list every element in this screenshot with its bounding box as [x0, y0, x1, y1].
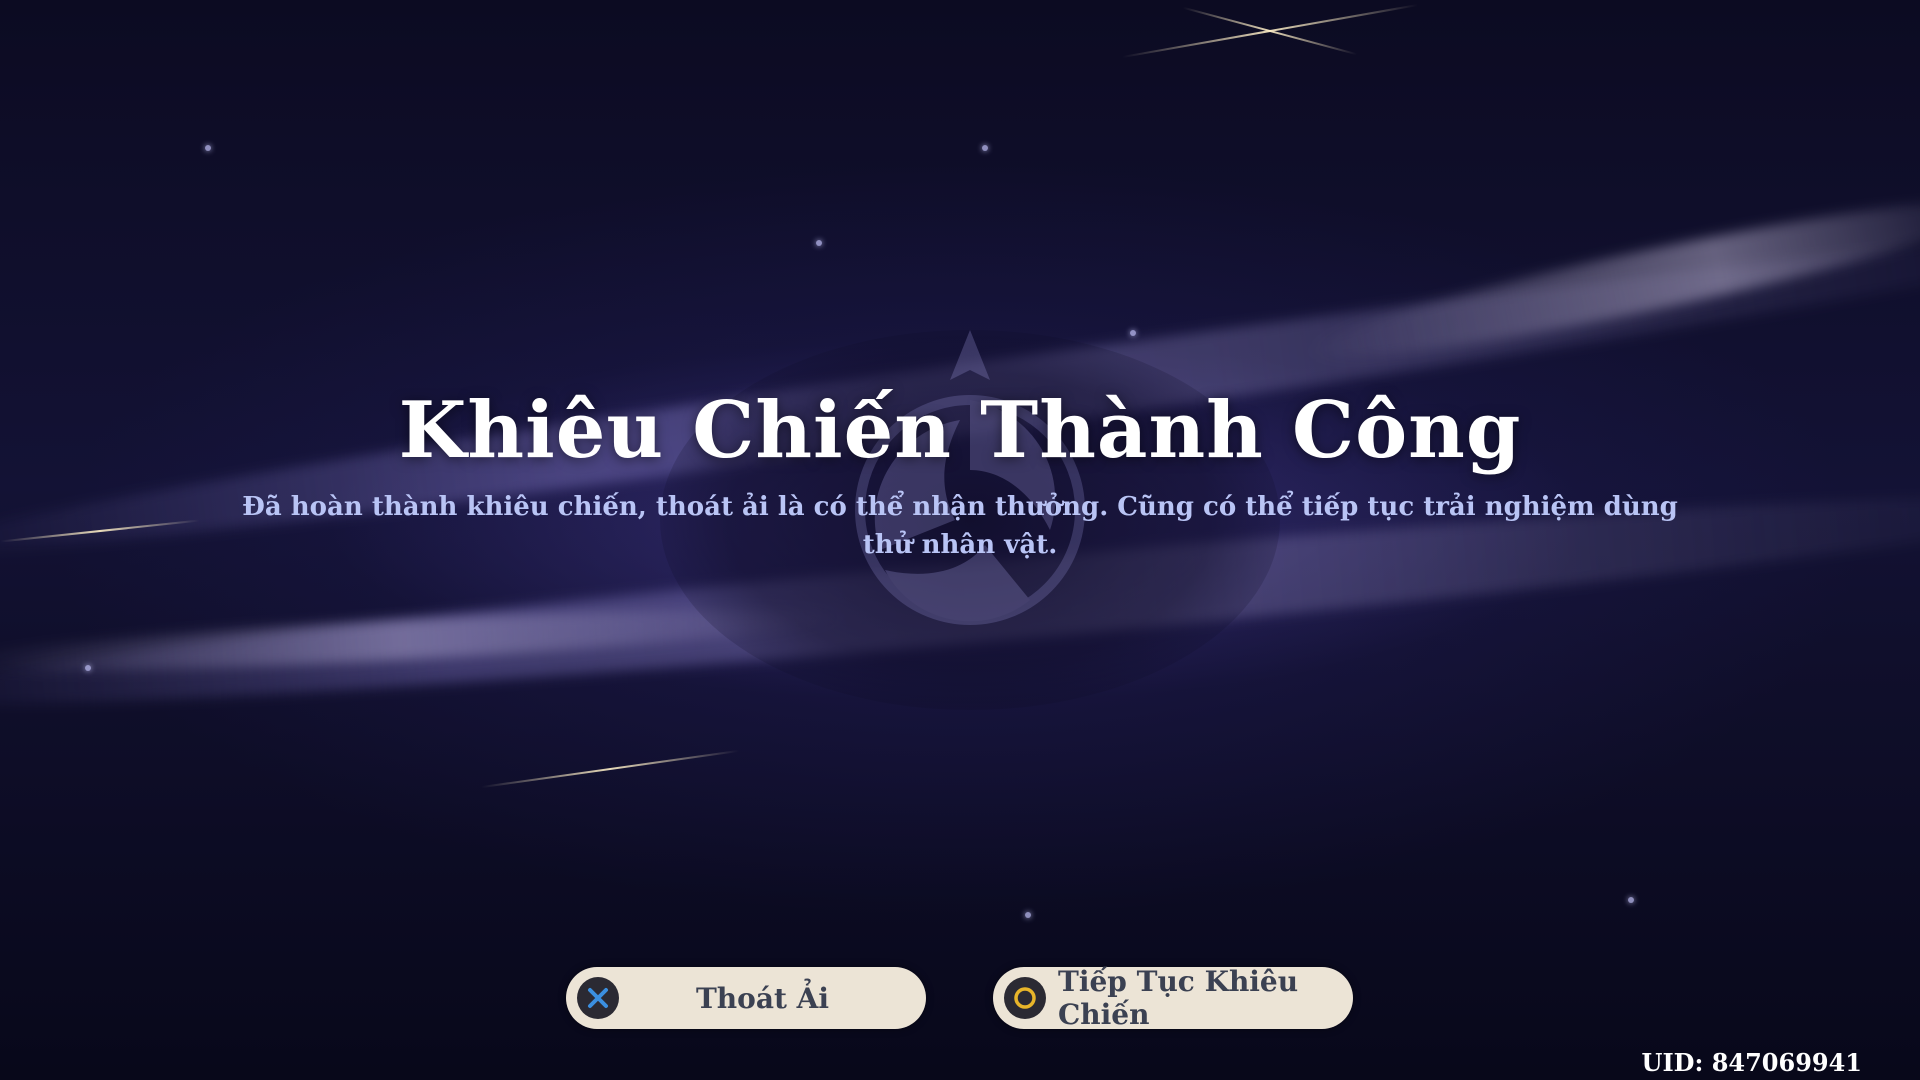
challenge-result-screen: Khiêu Chiến Thành Công Đã hoàn thành khi… [0, 0, 1920, 1080]
player-uid: UID: 847069941 [1641, 1048, 1862, 1077]
background-star [1130, 330, 1136, 336]
background-star [1025, 912, 1031, 918]
background-star [205, 145, 211, 151]
result-title: Khiêu Chiến Thành Công [398, 385, 1522, 476]
background-star [816, 240, 822, 246]
background-star [982, 145, 988, 151]
background-star [85, 665, 91, 671]
background-star [1628, 897, 1634, 903]
circle-button-icon [1004, 977, 1046, 1019]
result-message: Đã hoàn thành khiêu chiến, thoát ải là c… [242, 492, 1678, 560]
exit-stage-button[interactable]: Thoát Ải [566, 967, 926, 1029]
emblem-icon [855, 330, 1085, 625]
continue-challenge-button[interactable]: Tiếp Tục Khiêu Chiến [993, 965, 1353, 1031]
background-glint [481, 749, 739, 789]
exit-stage-label: Thoát Ải [695, 981, 830, 1015]
continue-challenge-label: Tiếp Tục Khiêu Chiến [1058, 965, 1299, 1031]
cross-button-icon [577, 977, 619, 1019]
background-glint [1182, 6, 1358, 56]
